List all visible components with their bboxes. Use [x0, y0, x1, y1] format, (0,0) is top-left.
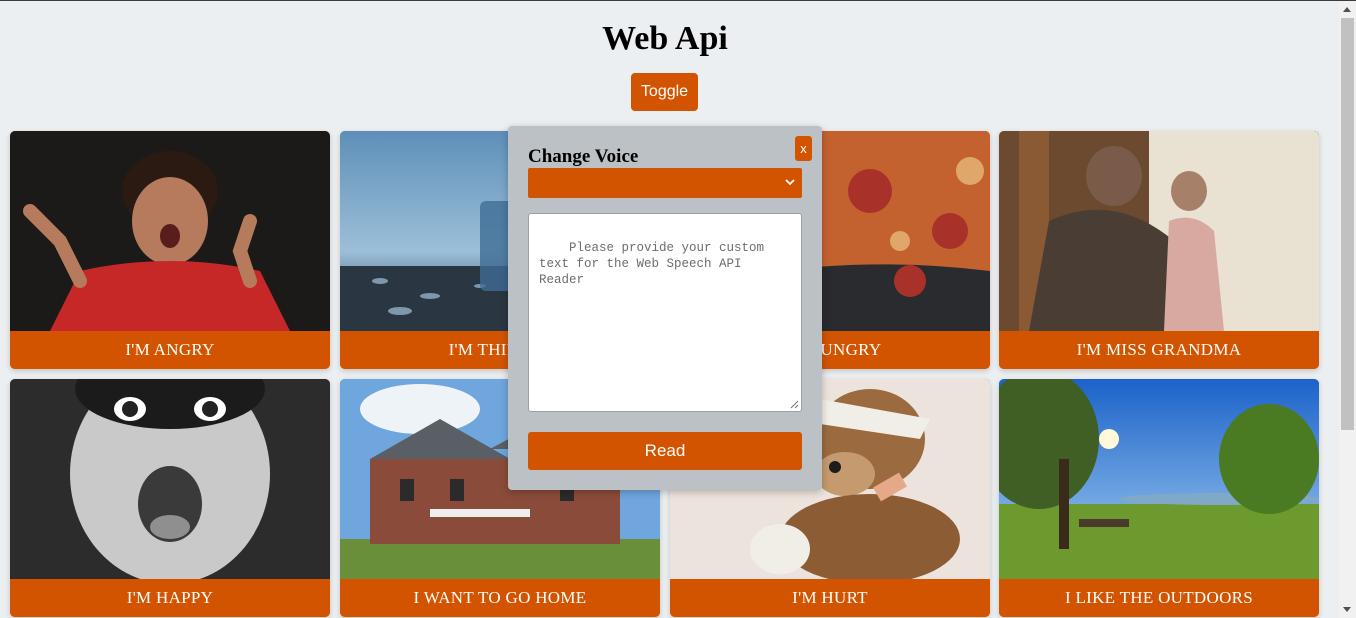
scroll-down-arrow-icon[interactable]	[1343, 607, 1351, 612]
page-scrollbar[interactable]	[1339, 1, 1356, 618]
card-label: I WANT TO GO HOME	[340, 579, 660, 617]
card-miss-grandma[interactable]: I'M MISS GRANDMA	[999, 131, 1319, 369]
resize-handle-icon[interactable]	[790, 400, 799, 409]
page-title: Web Api	[602, 20, 728, 57]
read-button[interactable]: Read	[528, 432, 802, 470]
close-button[interactable]: x	[795, 136, 812, 161]
card-label: I'M HAPPY	[10, 579, 330, 617]
card-angry[interactable]: I'M ANGRY	[10, 131, 330, 369]
card-outdoors[interactable]: I LIKE THE OUTDOORS	[999, 379, 1319, 617]
change-voice-label: Change Voice	[528, 146, 639, 167]
angry-child-image	[10, 131, 330, 331]
card-label: I'M MISS GRANDMA	[999, 331, 1319, 369]
voice-select[interactable]	[528, 168, 802, 198]
chevron-down-icon	[785, 179, 795, 186]
happy-boy-image	[10, 379, 330, 579]
card-label: I'M ANGRY	[10, 331, 330, 369]
window-top-border	[0, 0, 1356, 1]
scroll-up-arrow-icon[interactable]	[1343, 7, 1351, 12]
toggle-button[interactable]: Toggle	[631, 73, 698, 111]
scrollbar-thumb[interactable]	[1341, 18, 1354, 430]
change-voice-modal: x Change Voice Please provide your custo…	[508, 126, 822, 490]
card-label: I'M HURT	[670, 579, 990, 617]
custom-text-input[interactable]: Please provide your custom text for the …	[528, 213, 802, 412]
card-happy[interactable]: I'M HAPPY	[10, 379, 330, 617]
card-label: I LIKE THE OUTDOORS	[999, 579, 1319, 617]
custom-text-placeholder: Please provide your custom text for the …	[539, 241, 772, 287]
grandma-child-image	[999, 131, 1319, 331]
outdoors-image	[999, 379, 1319, 579]
